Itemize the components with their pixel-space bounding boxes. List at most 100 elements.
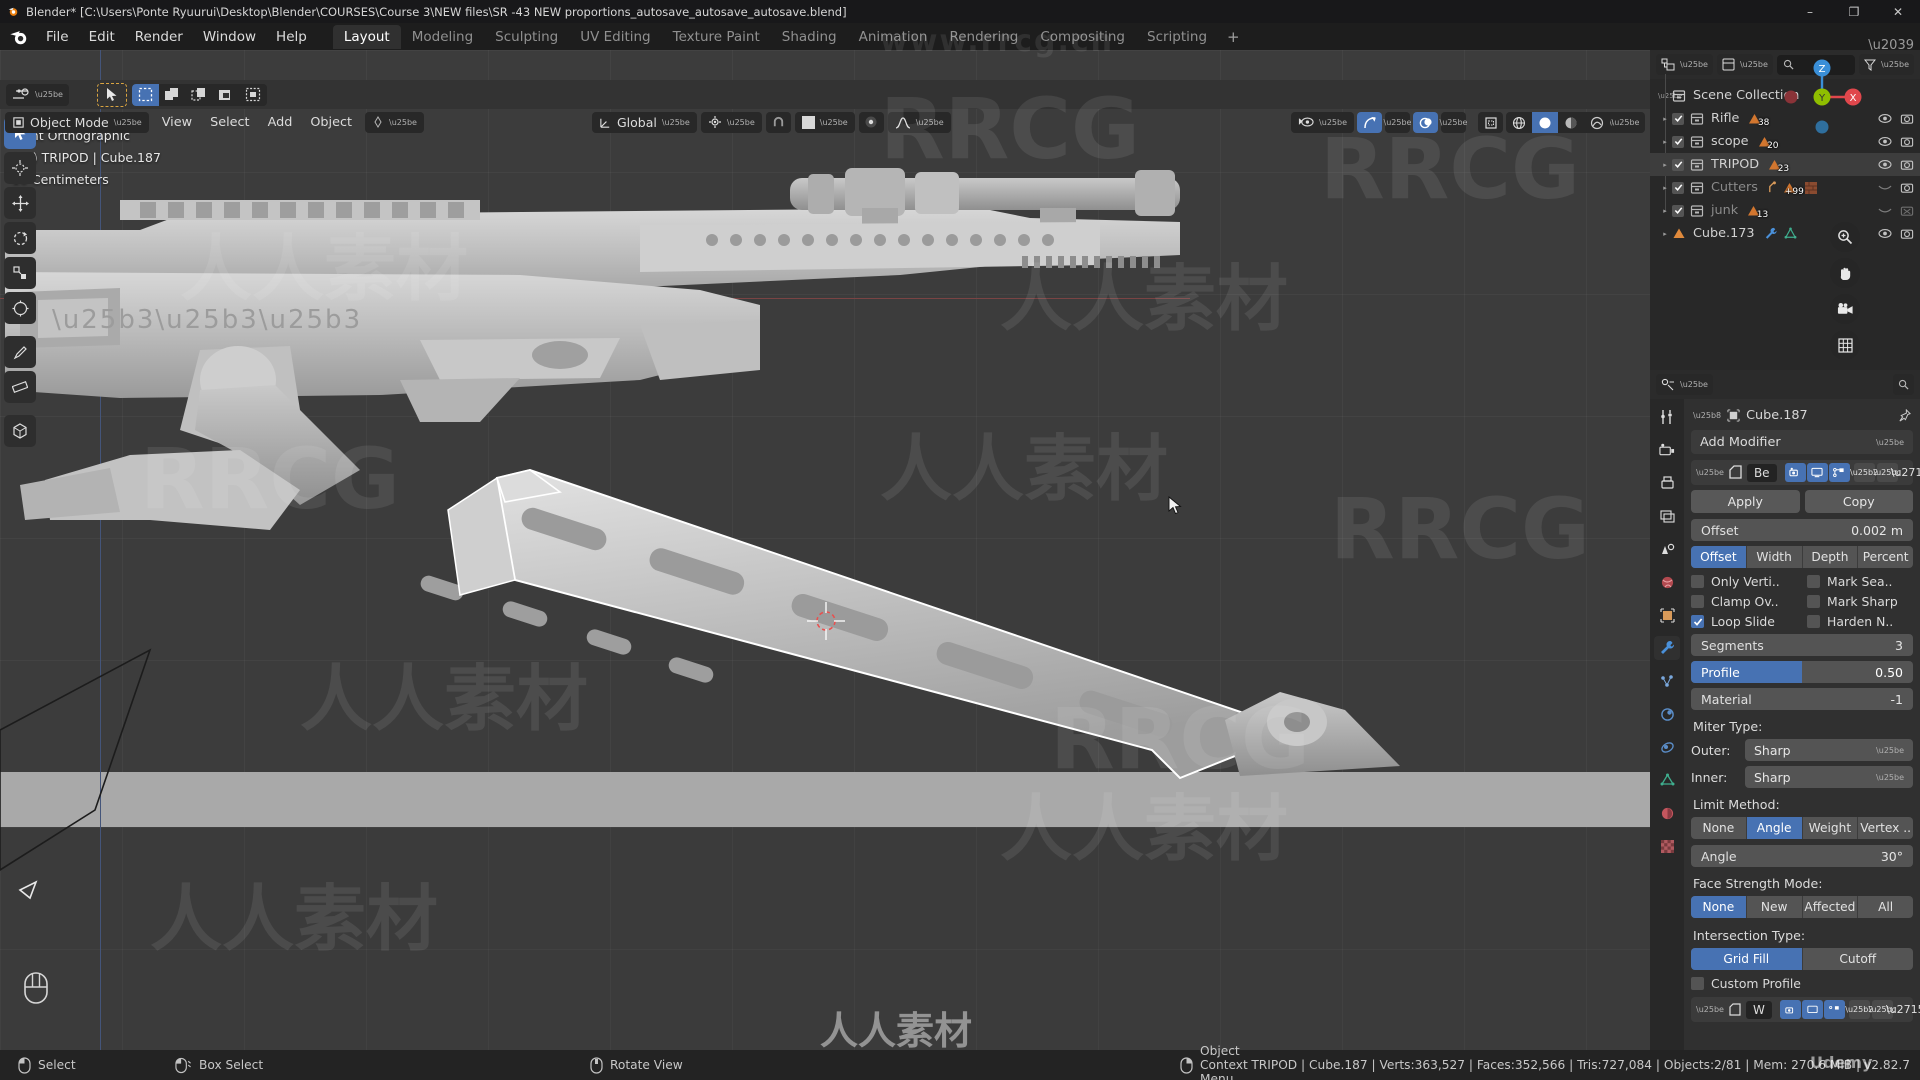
modifier-render-toggle[interactable] bbox=[1785, 463, 1806, 482]
select-subtract-mode[interactable] bbox=[186, 84, 213, 106]
add-workspace-button[interactable]: + bbox=[1218, 25, 1249, 49]
tab-tool[interactable] bbox=[1654, 405, 1680, 429]
tab-texture[interactable] bbox=[1654, 834, 1680, 858]
camera-view-button[interactable] bbox=[1830, 294, 1860, 324]
disable-in-renders-toggle[interactable] bbox=[1900, 112, 1914, 125]
modifier-expand-icon[interactable]: \u25be bbox=[1696, 468, 1724, 477]
disable-in-renders-toggle[interactable] bbox=[1900, 204, 1914, 217]
bevel-amount-field[interactable]: Offset 0.002 m bbox=[1691, 519, 1913, 541]
footer-edit-mode-toggle[interactable] bbox=[1824, 1000, 1845, 1019]
width-type-width[interactable]: Width bbox=[1747, 546, 1803, 568]
limit-method-vertex---[interactable]: Vertex .. bbox=[1858, 817, 1913, 839]
viewport-mode-extra[interactable]: \u25be bbox=[365, 112, 424, 133]
workspace-tab-rendering[interactable]: Rendering bbox=[938, 25, 1029, 49]
collection-enable-checkbox[interactable] bbox=[1672, 159, 1684, 171]
shading-dropdown[interactable]: \u25be bbox=[1613, 112, 1638, 133]
shading-wireframe[interactable] bbox=[1506, 112, 1532, 133]
shading-rendered[interactable] bbox=[1584, 112, 1610, 133]
workspace-tab-modeling[interactable]: Modeling bbox=[401, 25, 484, 49]
workspace-tab-scripting[interactable]: Scripting bbox=[1136, 25, 1218, 49]
footer-expand-icon[interactable]: \u25be bbox=[1696, 1005, 1724, 1014]
close-button[interactable]: ✕ bbox=[1876, 0, 1920, 23]
tab-physics[interactable] bbox=[1654, 702, 1680, 726]
proportional-falloff-selector[interactable]: \u25be bbox=[888, 112, 951, 133]
pan-view-button[interactable] bbox=[1830, 258, 1860, 288]
tool-transform[interactable] bbox=[4, 292, 36, 324]
proportional-editing-color[interactable]: \u25be bbox=[795, 112, 855, 133]
face-strength-all[interactable]: All bbox=[1858, 896, 1913, 918]
viewport-menu-add[interactable]: Add bbox=[259, 112, 302, 133]
tab-object[interactable] bbox=[1654, 603, 1680, 627]
outliner-editor-type-selector[interactable]: \u25be bbox=[1656, 54, 1713, 75]
menu-render[interactable]: Render bbox=[125, 26, 193, 48]
intersection-cutoff[interactable]: Cutoff bbox=[1803, 948, 1914, 970]
loop-slide-box[interactable] bbox=[1691, 615, 1704, 628]
workspace-tab-texture-paint[interactable]: Texture Paint bbox=[662, 25, 771, 49]
collection-enable-checkbox[interactable] bbox=[1672, 182, 1684, 194]
width-type-pills[interactable]: OffsetWidthDepthPercent bbox=[1691, 546, 1913, 568]
only-vertices-checkbox[interactable]: Only Verti.. bbox=[1691, 574, 1797, 589]
face-strength-new[interactable]: New bbox=[1747, 896, 1803, 918]
mark-sharp-box[interactable] bbox=[1807, 595, 1820, 608]
width-type-offset[interactable]: Offset bbox=[1691, 546, 1747, 568]
toggle-orthographic-button[interactable] bbox=[1830, 330, 1860, 360]
material-index-field[interactable]: Material -1 bbox=[1691, 688, 1913, 710]
width-type-percent[interactable]: Percent bbox=[1858, 546, 1913, 568]
footer-viewport-toggle[interactable] bbox=[1802, 1000, 1823, 1019]
maximize-button[interactable]: ❐ bbox=[1832, 0, 1876, 23]
apply-button[interactable]: Apply bbox=[1691, 490, 1800, 513]
tab-world[interactable] bbox=[1654, 570, 1680, 594]
outliner-filter-button[interactable]: \u25be bbox=[1859, 54, 1914, 75]
footer-delete-button[interactable]: \u2715 bbox=[1895, 1000, 1916, 1019]
shading-material-preview[interactable] bbox=[1558, 112, 1584, 133]
clamp-overlap-checkbox[interactable]: Clamp Ov.. bbox=[1691, 594, 1797, 609]
select-intersect-mode[interactable] bbox=[240, 84, 267, 106]
intersection-type-pills[interactable]: Grid FillCutoff bbox=[1691, 948, 1913, 970]
tool-rotate[interactable] bbox=[4, 222, 36, 254]
workspace-tab-sculpting[interactable]: Sculpting bbox=[484, 25, 569, 49]
shading-solid[interactable] bbox=[1532, 112, 1558, 133]
width-type-depth[interactable]: Depth bbox=[1803, 546, 1859, 568]
tab-view-layer[interactable] bbox=[1654, 504, 1680, 528]
select-set-mode[interactable] bbox=[132, 84, 159, 106]
add-modifier-button[interactable]: Add Modifier \u25be bbox=[1691, 430, 1913, 454]
workspace-tab-shading[interactable]: Shading bbox=[771, 25, 848, 49]
select-invert-mode[interactable] bbox=[213, 84, 240, 106]
workspace-tab-uv-editing[interactable]: UV Editing bbox=[569, 25, 661, 49]
tab-constraints[interactable] bbox=[1654, 735, 1680, 759]
navigation-gizmo[interactable]: Z Y X bbox=[1780, 55, 1865, 140]
face-strength-affected[interactable]: Affected bbox=[1803, 896, 1859, 918]
overlays-dropdown[interactable]: \u25be bbox=[1441, 112, 1466, 133]
select-extend-mode[interactable] bbox=[159, 84, 186, 106]
harden-normals-box[interactable] bbox=[1807, 615, 1820, 628]
xray-toggle[interactable] bbox=[1478, 112, 1503, 133]
pin-icon[interactable] bbox=[1898, 409, 1911, 422]
modifier-name-field[interactable]: Be bbox=[1747, 464, 1777, 482]
tool-move[interactable] bbox=[4, 187, 36, 219]
row-disclosure-icon[interactable]: ▸ bbox=[1658, 230, 1672, 238]
row-disclosure-icon[interactable]: ▸ bbox=[1658, 115, 1672, 123]
3d-viewport[interactable]: \u25b3\u25b3\u25b3 bbox=[0, 50, 1650, 1050]
profile-slider[interactable]: Profile 0.50 bbox=[1691, 661, 1913, 683]
select-mode-group[interactable] bbox=[132, 84, 267, 106]
custom-profile-checkbox[interactable]: Custom Profile bbox=[1691, 976, 1913, 991]
tab-modifiers[interactable] bbox=[1654, 636, 1680, 660]
tab-render[interactable] bbox=[1654, 438, 1680, 462]
visibility-selector[interactable]: \u25be bbox=[1291, 112, 1354, 133]
properties-search-button[interactable] bbox=[1893, 374, 1914, 395]
active-tool-tweak[interactable] bbox=[97, 83, 127, 107]
outer-miter-dropdown[interactable]: Sharp \u25be bbox=[1745, 739, 1913, 761]
disable-in-renders-toggle[interactable] bbox=[1900, 181, 1914, 194]
loop-slide-checkbox[interactable]: Loop Slide bbox=[1691, 614, 1797, 629]
row-disclosure-icon[interactable]: ▸ bbox=[1658, 207, 1672, 215]
viewport-menu-view[interactable]: View bbox=[153, 112, 201, 133]
shading-mode-group[interactable] bbox=[1506, 112, 1610, 133]
viewport-menu-object[interactable]: Object bbox=[301, 112, 361, 133]
properties-editor-type-selector[interactable]: \u25be bbox=[1656, 374, 1713, 395]
collection-enable-checkbox[interactable] bbox=[1672, 205, 1684, 217]
hide-in-viewport-toggle[interactable] bbox=[1878, 228, 1892, 239]
gizmo-dropdown[interactable]: \u25be bbox=[1385, 112, 1410, 133]
overlays-toggle[interactable] bbox=[1413, 112, 1438, 133]
modifier-delete-button[interactable]: \u2715 bbox=[1900, 463, 1920, 482]
pivot-point-selector[interactable]: \u25be bbox=[701, 112, 762, 133]
